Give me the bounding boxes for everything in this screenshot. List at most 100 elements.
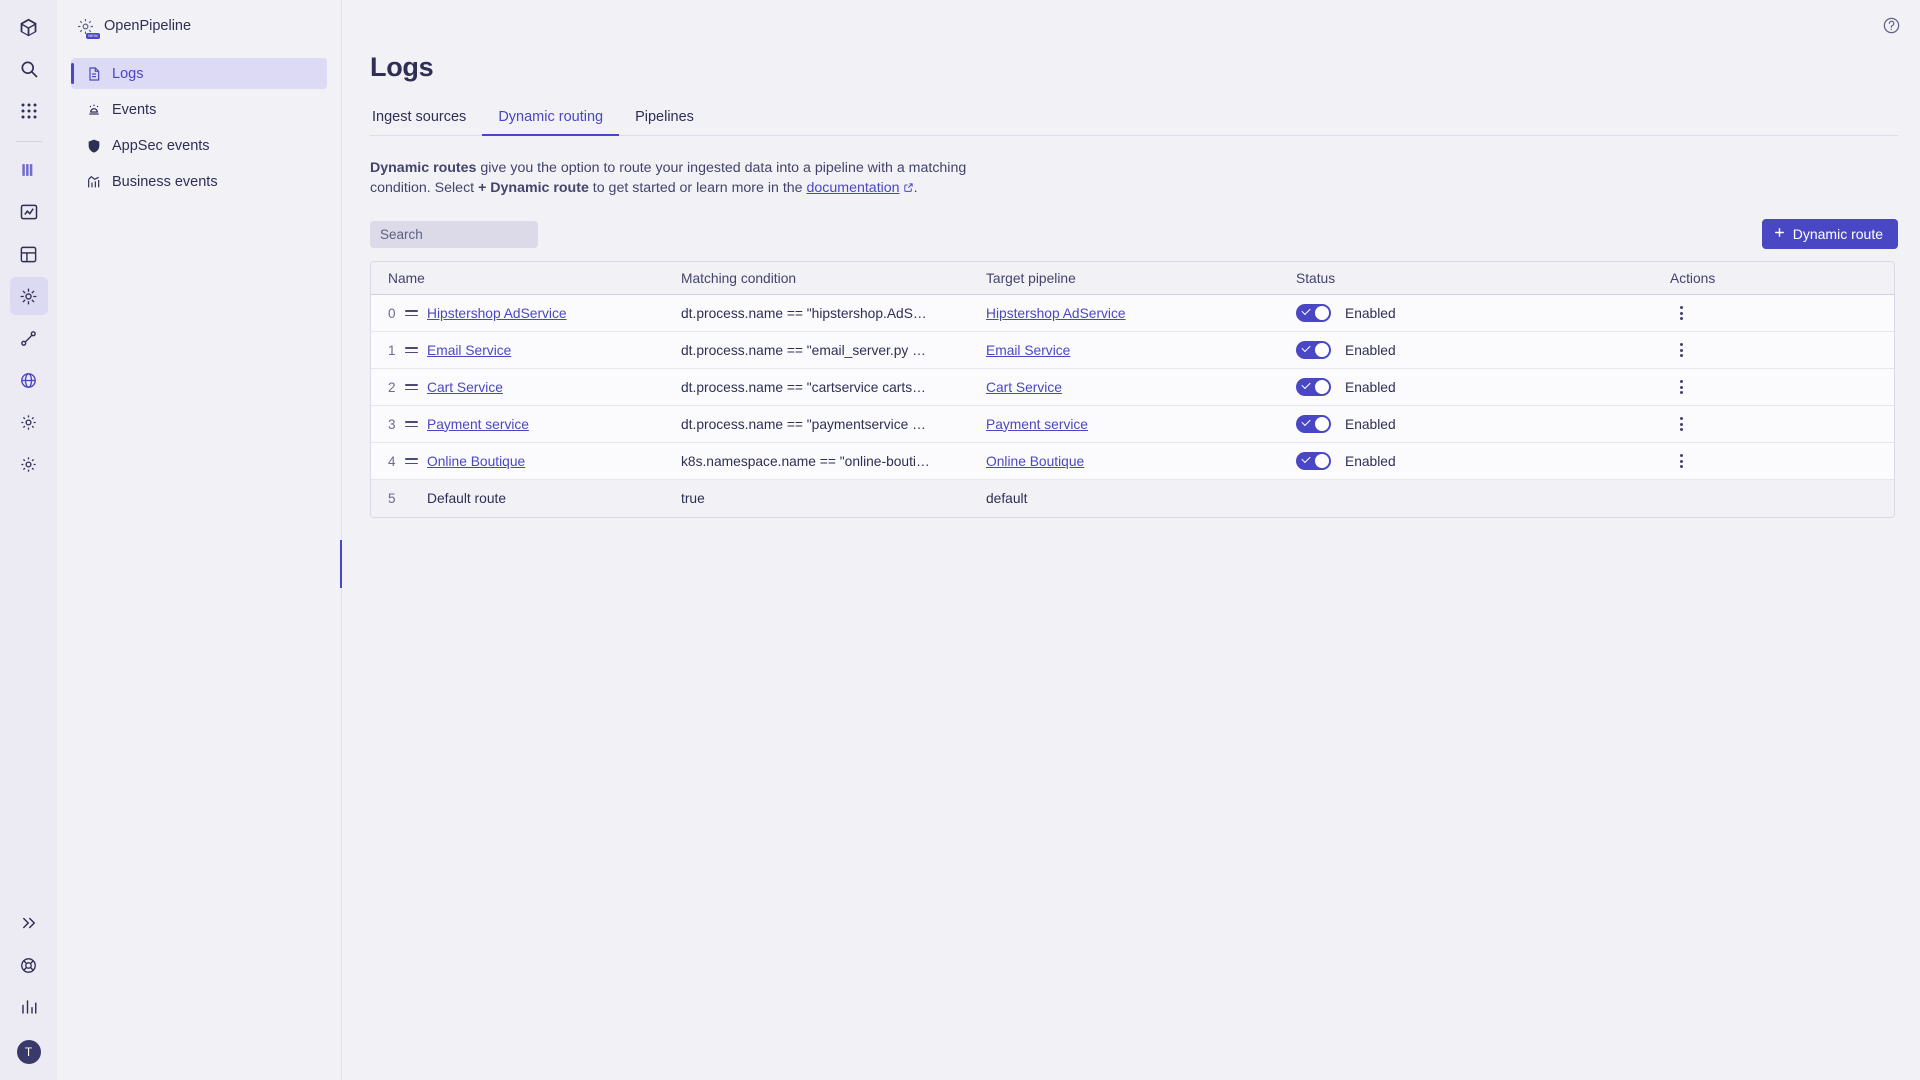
route-name-link[interactable]: Hipstershop AdService — [427, 306, 567, 321]
status-toggle[interactable] — [1296, 378, 1331, 396]
row-index: 5 — [388, 491, 396, 506]
status-toggle[interactable] — [1296, 415, 1331, 433]
row-condition-cell: dt.process.name == "cartservice cartserv… — [681, 380, 986, 395]
search-input[interactable] — [370, 221, 538, 248]
route-name-link[interactable]: Cart Service — [427, 380, 503, 395]
sidebar-item-business-events[interactable]: Business events — [71, 166, 327, 197]
admin-settings-icon[interactable] — [10, 445, 48, 483]
status-toggle[interactable] — [1296, 304, 1331, 322]
column-header-actions[interactable]: Actions — [1666, 271, 1894, 286]
row-name-cell: 0 Hipstershop AdService — [371, 306, 681, 321]
status-label: Enabled — [1345, 454, 1396, 469]
app-sidebar: NEW OpenPipeline Logs — [57, 0, 342, 1080]
expand-rail-icon[interactable] — [10, 904, 48, 942]
table-toolbar: Dynamic route — [370, 219, 1898, 249]
sidebar-item-events[interactable]: Events — [71, 94, 327, 125]
target-pipeline-link[interactable]: Payment service — [986, 417, 1088, 432]
row-condition-cell: dt.process.name == "email_server.py emai… — [681, 343, 986, 358]
avatar[interactable]: T — [17, 1040, 41, 1064]
tab-bar: Ingest sources Dynamic routing Pipelines — [370, 103, 1898, 136]
row-name-cell: 3 Payment service — [371, 417, 681, 432]
column-header-status[interactable]: Status — [1296, 271, 1666, 286]
row-condition-cell: dt.process.name == "paymentservice payme… — [681, 417, 986, 432]
table-row: 3 Payment service dt.process.name == "pa… — [371, 406, 1894, 443]
tab-ingest-sources[interactable]: Ingest sources — [370, 103, 482, 135]
target-pipeline-link[interactable]: Online Boutique — [986, 454, 1084, 469]
sidebar-item-appsec-events[interactable]: AppSec events — [71, 130, 327, 161]
search-icon[interactable] — [10, 50, 48, 88]
page-container: Logs Ingest sources Dynamic routing Pipe… — [342, 0, 1920, 518]
layers-icon[interactable] — [10, 151, 48, 189]
row-index: 0 — [388, 306, 396, 321]
tab-pipelines[interactable]: Pipelines — [619, 103, 710, 135]
column-header-name[interactable]: Name — [371, 271, 681, 286]
usage-icon[interactable] — [10, 988, 48, 1026]
row-actions-menu-icon[interactable] — [1670, 413, 1692, 435]
openpipeline-icon[interactable] — [10, 277, 48, 315]
route-name-link[interactable]: Payment service — [427, 417, 529, 432]
matching-condition-text: dt.process.name == "email_server.py emai… — [681, 343, 931, 358]
matching-condition-text: k8s.namespace.name == "online-boutique" — [681, 454, 931, 469]
row-status-cell: Enabled — [1296, 452, 1666, 470]
sidebar-nav-list: Logs Events AppSec events — [57, 48, 341, 197]
app-grid-icon[interactable] — [10, 92, 48, 130]
row-actions-menu-icon[interactable] — [1670, 450, 1692, 472]
row-pipeline-cell: Email Service — [986, 343, 1296, 358]
row-condition-cell: dt.process.name == "hipstershop.AdServic… — [681, 306, 986, 321]
table-header-row: Name Matching condition Target pipeline … — [371, 262, 1894, 295]
help-circle-icon[interactable] — [1880, 14, 1902, 36]
status-label: Enabled — [1345, 306, 1396, 321]
target-pipeline-link[interactable]: Email Service — [986, 343, 1070, 358]
description-bold-dynamic-routes: Dynamic routes — [370, 160, 476, 176]
status-label: Enabled — [1345, 380, 1396, 395]
support-icon[interactable] — [10, 946, 48, 984]
row-condition-cell: true — [681, 491, 986, 506]
status-toggle[interactable] — [1296, 452, 1331, 470]
drag-handle-icon[interactable] — [405, 347, 418, 353]
app-title: OpenPipeline — [104, 18, 191, 34]
documentation-link[interactable]: documentation — [807, 180, 900, 196]
row-pipeline-cell: Cart Service — [986, 380, 1296, 395]
analytics-icon[interactable] — [10, 193, 48, 231]
route-name-text: Default route — [427, 491, 506, 506]
target-pipeline-link[interactable]: Hipstershop AdService — [986, 306, 1126, 321]
matching-condition-text: dt.process.name == "paymentservice payme… — [681, 417, 931, 432]
row-actions-menu-icon[interactable] — [1670, 339, 1692, 361]
matching-condition-text: dt.process.name == "hipstershop.AdServic… — [681, 306, 931, 321]
row-index: 1 — [388, 343, 396, 358]
route-name-link[interactable]: Email Service — [427, 343, 511, 358]
sidebar-item-label: Logs — [112, 66, 143, 82]
row-actions-menu-icon[interactable] — [1670, 376, 1692, 398]
globe-icon[interactable] — [10, 361, 48, 399]
column-header-pipeline[interactable]: Target pipeline — [986, 271, 1296, 286]
global-icon-rail: T — [0, 0, 57, 1080]
target-pipeline-link[interactable]: Cart Service — [986, 380, 1062, 395]
sidebar-item-logs[interactable]: Logs — [71, 58, 327, 89]
row-status-cell: Enabled — [1296, 415, 1666, 433]
status-toggle[interactable] — [1296, 341, 1331, 359]
matching-condition-text: true — [681, 491, 931, 506]
app-root: T NEW OpenPipeline Logs — [0, 0, 1920, 1080]
tab-dynamic-routing[interactable]: Dynamic routing — [482, 103, 619, 135]
drag-handle-icon[interactable] — [405, 384, 418, 390]
dynatrace-logo-icon[interactable] — [10, 8, 48, 46]
dashboards-icon[interactable] — [10, 235, 48, 273]
row-actions-cell — [1666, 376, 1894, 398]
route-name-link[interactable]: Online Boutique — [427, 454, 525, 469]
page-title: Logs — [370, 52, 1898, 83]
target-pipeline-text: default — [986, 491, 1027, 506]
workflows-icon[interactable] — [10, 319, 48, 357]
add-dynamic-route-button[interactable]: Dynamic route — [1762, 219, 1898, 249]
row-index: 2 — [388, 380, 396, 395]
settings-gear-icon[interactable] — [10, 403, 48, 441]
table-row: 4 Online Boutique k8s.namespace.name == … — [371, 443, 1894, 480]
table-row: 2 Cart Service dt.process.name == "carts… — [371, 369, 1894, 406]
row-status-cell: Enabled — [1296, 304, 1666, 322]
drag-handle-icon[interactable] — [405, 421, 418, 427]
row-index: 3 — [388, 417, 396, 432]
drag-handle-icon[interactable] — [405, 310, 418, 316]
main-content: Logs Ingest sources Dynamic routing Pipe… — [342, 0, 1920, 1080]
column-header-condition[interactable]: Matching condition — [681, 271, 986, 286]
row-actions-menu-icon[interactable] — [1670, 302, 1692, 324]
drag-handle-icon[interactable] — [405, 458, 418, 464]
